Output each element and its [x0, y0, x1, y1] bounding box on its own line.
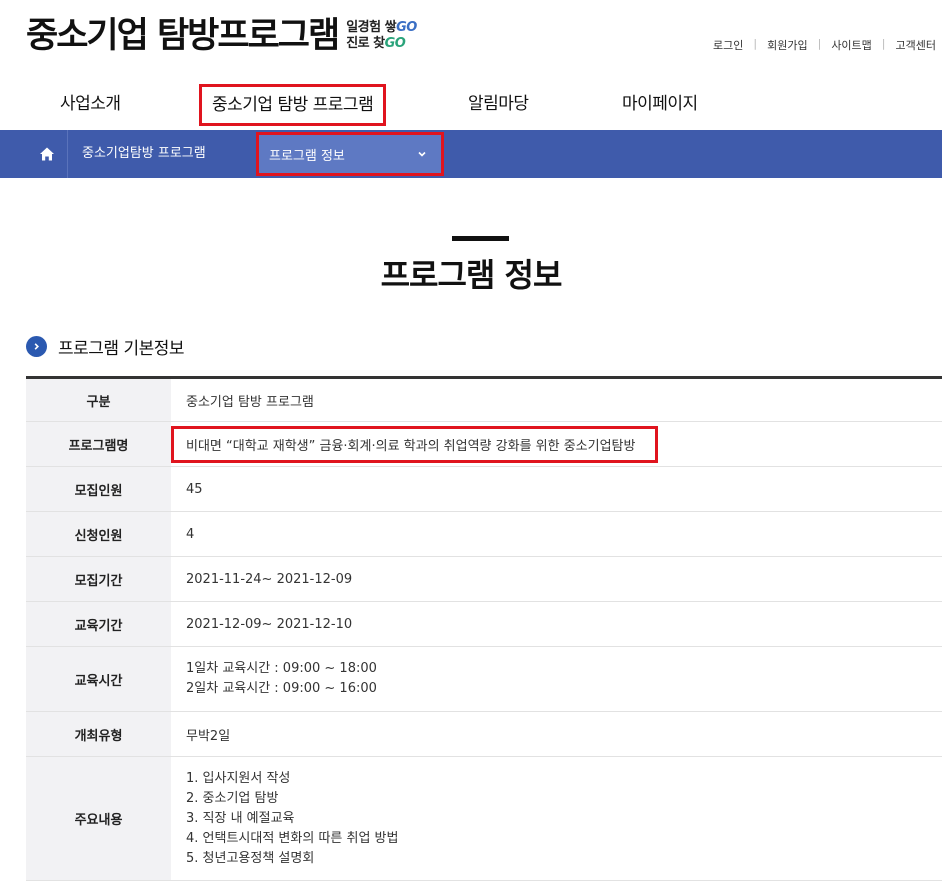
divider: | [817, 37, 822, 50]
table-row: 교육시간 1일차 교육시간 : 09:00 ~ 18:00 2일차 교육시간 :… [26, 646, 942, 712]
section-heading: 프로그램 기본정보 [26, 334, 185, 359]
breadcrumb-item[interactable]: 중소기업탐방 프로그램 [82, 130, 206, 178]
value-line: 4. 언택트시대적 변화의 따른 취업 방법 [186, 830, 399, 846]
value-line: 2. 중소기업 탐방 [186, 790, 279, 806]
sitemap-link[interactable]: 사이트맵 [831, 37, 871, 53]
breadcrumb-select[interactable]: 프로그램 정보 [256, 132, 444, 176]
value-line: 2일차 교육시간 : 09:00 ~ 16:00 [186, 681, 377, 696]
site-logo[interactable]: 중소기업 탐방프로그램 일경험 쌓GO 진로 찾GO [26, 14, 417, 58]
customer-center-link[interactable]: 고객센터 [896, 37, 936, 53]
row-value: 45 [171, 466, 942, 512]
nav-item-program[interactable]: 중소기업 탐방 프로그램 [199, 84, 387, 126]
divider: | [881, 37, 886, 50]
breadcrumb: 중소기업탐방 프로그램 프로그램 정보 [0, 130, 942, 178]
signup-link[interactable]: 회원가입 [767, 37, 807, 53]
home-button[interactable] [26, 130, 68, 178]
row-label: 주요내용 [26, 756, 171, 881]
table-row: 모집기간 2021-11-24~ 2021-12-09 [26, 556, 942, 602]
row-label: 프로그램명 [26, 421, 171, 467]
logo-title: 중소기업 탐방프로그램 [26, 16, 340, 56]
program-name-value: 비대면 “대학교 재학생” 금융·회계·의료 학과의 취업역량 강화를 위한 중… [171, 425, 659, 463]
table-row: 구분 중소기업 탐방 프로그램 [26, 377, 942, 422]
row-label: 교육시간 [26, 646, 171, 712]
row-value: 1일차 교육시간 : 09:00 ~ 18:00 2일차 교육시간 : 09:0… [171, 646, 942, 712]
row-value: 무박2일 [171, 711, 942, 757]
login-link[interactable]: 로그인 [713, 37, 743, 53]
row-value: 비대면 “대학교 재학생” 금융·회계·의료 학과의 취업역량 강화를 위한 중… [171, 421, 942, 467]
row-label: 교육기간 [26, 601, 171, 647]
table-row: 개최유형 무박2일 [26, 711, 942, 757]
value-line: 3. 직장 내 예절교육 [186, 810, 295, 826]
row-value: 1. 입사지원서 작성 2. 중소기업 탐방 3. 직장 내 예절교육 4. 언… [171, 756, 942, 881]
nav-item-notice[interactable]: 알림마당 [468, 84, 529, 126]
title-decoration [452, 236, 509, 241]
divider: | [753, 37, 758, 50]
nav-item-mypage[interactable]: 마이페이지 [622, 84, 698, 126]
section-title: 프로그램 기본정보 [58, 339, 185, 359]
page-title: 프로그램 정보 [380, 256, 563, 294]
table-row: 신청인원 4 [26, 511, 942, 557]
row-value: 중소기업 탐방 프로그램 [171, 377, 942, 422]
utility-menu: 로그인 | 회원가입 | 사이트맵 | 고객센터 [713, 37, 936, 53]
table-row: 주요내용 1. 입사지원서 작성 2. 중소기업 탐방 3. 직장 내 예절교육… [26, 756, 942, 881]
row-label: 신청인원 [26, 511, 171, 557]
value-line: 1. 입사지원서 작성 [186, 770, 291, 786]
row-label: 구분 [26, 377, 171, 422]
main-navigation: 사업소개 중소기업 탐방 프로그램 알림마당 마이페이지 [0, 84, 942, 126]
row-value: 2021-11-24~ 2021-12-09 [171, 556, 942, 602]
program-info-table: 구분 중소기업 탐방 프로그램 프로그램명 비대면 “대학교 재학생” 금융·회… [26, 376, 942, 881]
nav-item-about[interactable]: 사업소개 [60, 84, 121, 126]
chevron-right-icon [26, 336, 47, 357]
value-line: 5. 청년고용정책 설명회 [186, 850, 315, 866]
row-label: 모집인원 [26, 466, 171, 512]
table-row: 프로그램명 비대면 “대학교 재학생” 금융·회계·의료 학과의 취업역량 강화… [26, 421, 942, 467]
row-label: 모집기간 [26, 556, 171, 602]
value-line: 1일차 교육시간 : 09:00 ~ 18:00 [186, 661, 377, 676]
home-icon [39, 147, 54, 161]
chevron-down-icon [418, 151, 426, 157]
row-value: 2021-12-09~ 2021-12-10 [171, 601, 942, 647]
row-label: 개최유형 [26, 711, 171, 757]
table-row: 교육기간 2021-12-09~ 2021-12-10 [26, 601, 942, 647]
logo-slogan: 일경험 쌓GO 진로 찾GO [346, 20, 417, 51]
table-row: 모집인원 45 [26, 466, 942, 512]
breadcrumb-select-value: 프로그램 정보 [269, 148, 345, 164]
row-value: 4 [171, 511, 942, 557]
